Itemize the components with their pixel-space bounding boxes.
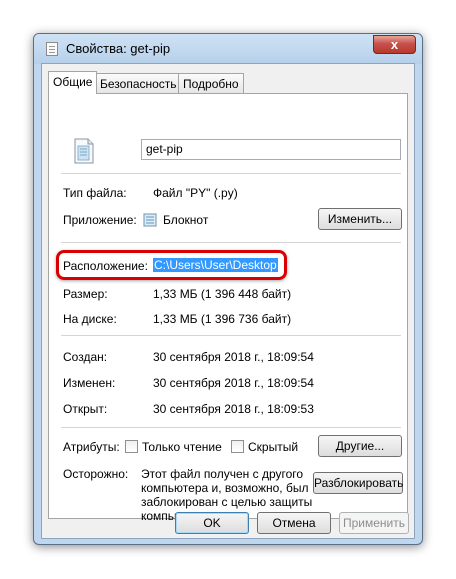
advanced-button[interactable]: Другие... (318, 435, 402, 457)
attributes-label: Атрибуты: (63, 440, 120, 454)
unblock-button[interactable]: Разблокировать (313, 472, 403, 494)
modified-label: Изменен: (63, 376, 116, 390)
file-type-value: Файл "PY" (.py) (153, 186, 238, 200)
highlight-frame (56, 250, 287, 280)
file-name-field[interactable]: get-pip (141, 139, 401, 160)
properties-window: Свойства: get-pip x Общие Безопасность П… (33, 33, 423, 545)
readonly-checkbox[interactable] (125, 440, 138, 453)
apply-button[interactable]: Применить (339, 512, 409, 534)
hidden-checkbox[interactable] (231, 440, 244, 453)
tab-general[interactable]: Общие (48, 71, 98, 94)
dialog-client: Общие Безопасность Подробно get-pip Тип … (41, 63, 415, 539)
app-label: Приложение: (63, 213, 137, 227)
change-app-button[interactable]: Изменить... (318, 208, 402, 230)
separator (61, 242, 401, 243)
ok-button[interactable]: OK (175, 512, 249, 534)
disk-size-value: 1,33 МБ (1 396 736 байт) (153, 312, 292, 326)
separator (61, 427, 401, 428)
hidden-label: Скрытый (248, 440, 299, 454)
notepad-icon (143, 213, 157, 227)
title-bar[interactable]: Свойства: get-pip x (34, 34, 422, 64)
disk-size-label: На диске: (63, 312, 117, 326)
close-button[interactable]: x (373, 35, 416, 54)
cancel-button[interactable]: Отмена (257, 512, 331, 534)
tab-security[interactable]: Безопасность (95, 73, 182, 93)
file-type-label: Тип файла: (63, 186, 127, 200)
size-label: Размер: (63, 287, 108, 301)
readonly-label: Только чтение (142, 440, 222, 454)
created-value: 30 сентября 2018 г., 18:09:54 (153, 350, 314, 364)
separator (61, 173, 401, 174)
close-icon: x (390, 37, 399, 52)
opened-label: Открыт: (63, 402, 108, 416)
app-value: Блокнот (163, 213, 209, 227)
file-icon (46, 42, 58, 56)
warning-text-line: компьютера и, возможно, был (141, 481, 309, 495)
opened-value: 30 сентября 2018 г., 18:09:53 (153, 402, 314, 416)
tab-details[interactable]: Подробно (178, 73, 244, 93)
separator (61, 335, 401, 336)
warning-label: Осторожно: (63, 467, 129, 481)
general-panel: get-pip Тип файла: Файл "PY" (.py) Прило… (48, 93, 408, 523)
warning-text-line: Этот файл получен с другого (141, 467, 304, 481)
modified-value: 30 сентября 2018 г., 18:09:54 (153, 376, 314, 390)
size-value: 1,33 МБ (1 396 448 байт) (153, 287, 292, 301)
warning-text-line: заблокирован с целью защиты (141, 495, 313, 509)
py-file-icon (74, 138, 94, 164)
window-title: Свойства: get-pip (66, 41, 171, 56)
created-label: Создан: (63, 350, 108, 364)
